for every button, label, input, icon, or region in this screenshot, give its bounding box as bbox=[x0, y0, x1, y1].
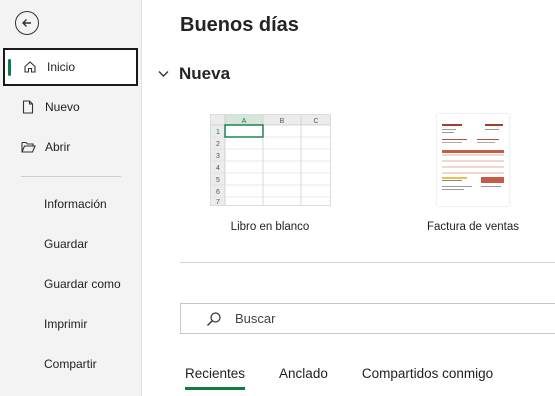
sidebar-item-guardar-como[interactable]: Guardar como bbox=[44, 277, 121, 291]
sidebar: Inicio Nuevo Abrir Información Guardar G… bbox=[0, 0, 142, 396]
template-label: Libro en blanco bbox=[230, 221, 310, 233]
page-title: Buenos días bbox=[180, 14, 299, 36]
back-button[interactable] bbox=[15, 11, 39, 35]
template-label: Factura de ventas bbox=[426, 221, 520, 233]
sales-invoice-template[interactable] bbox=[437, 114, 509, 206]
sidebar-item-compartir[interactable]: Compartir bbox=[44, 357, 97, 371]
back-arrow-icon bbox=[22, 19, 31, 27]
sidebar-item-imprimir[interactable]: Imprimir bbox=[44, 317, 87, 331]
sidebar-item-guardar[interactable]: Guardar bbox=[44, 237, 88, 251]
chevron-down-icon bbox=[158, 71, 169, 77]
svg-text:5: 5 bbox=[216, 177, 220, 184]
file-tabs: Recientes Anclado Compartidos conmigo bbox=[180, 366, 522, 390]
tab-compartidos-conmigo[interactable]: Compartidos conmigo bbox=[357, 366, 498, 381]
sidebar-item-inicio[interactable]: Inicio bbox=[3, 48, 138, 86]
sidebar-item-abrir[interactable]: Abrir bbox=[3, 128, 138, 166]
search-box[interactable]: Buscar bbox=[180, 303, 555, 334]
blank-workbook-template[interactable]: A B C 1 2 3 4 5 6 7 bbox=[210, 114, 331, 206]
main-panel: Buenos días Nueva A B C 1 2 3 4 5 6 7 Li… bbox=[142, 0, 555, 396]
divider bbox=[180, 262, 555, 263]
svg-text:4: 4 bbox=[216, 165, 220, 172]
tab-recientes[interactable]: Recientes bbox=[180, 366, 250, 390]
sidebar-divider bbox=[21, 176, 121, 177]
section-title: Nueva bbox=[179, 64, 231, 83]
svg-text:A: A bbox=[242, 118, 247, 125]
home-icon bbox=[22, 59, 38, 75]
invoice-preview bbox=[442, 124, 504, 190]
svg-text:7: 7 bbox=[216, 199, 220, 205]
tab-anclado[interactable]: Anclado bbox=[274, 366, 333, 381]
new-file-icon bbox=[20, 99, 36, 115]
svg-text:1: 1 bbox=[216, 129, 220, 136]
svg-text:2: 2 bbox=[216, 141, 220, 148]
search-input[interactable]: Buscar bbox=[235, 311, 275, 326]
sidebar-item-label: Inicio bbox=[47, 60, 76, 74]
new-section-header[interactable]: Nueva bbox=[158, 64, 230, 84]
blank-sheet-preview: A B C 1 2 3 4 5 6 7 bbox=[211, 115, 330, 206]
svg-text:3: 3 bbox=[216, 153, 220, 160]
svg-text:B: B bbox=[280, 118, 285, 125]
folder-open-icon bbox=[20, 139, 36, 155]
sidebar-item-label: Abrir bbox=[45, 140, 71, 154]
sidebar-item-label: Nuevo bbox=[45, 100, 80, 114]
search-icon bbox=[207, 311, 221, 326]
sidebar-item-nuevo[interactable]: Nuevo bbox=[3, 88, 138, 126]
svg-text:C: C bbox=[313, 118, 318, 125]
sidebar-item-informacion[interactable]: Información bbox=[44, 197, 107, 211]
svg-text:6: 6 bbox=[216, 189, 220, 196]
